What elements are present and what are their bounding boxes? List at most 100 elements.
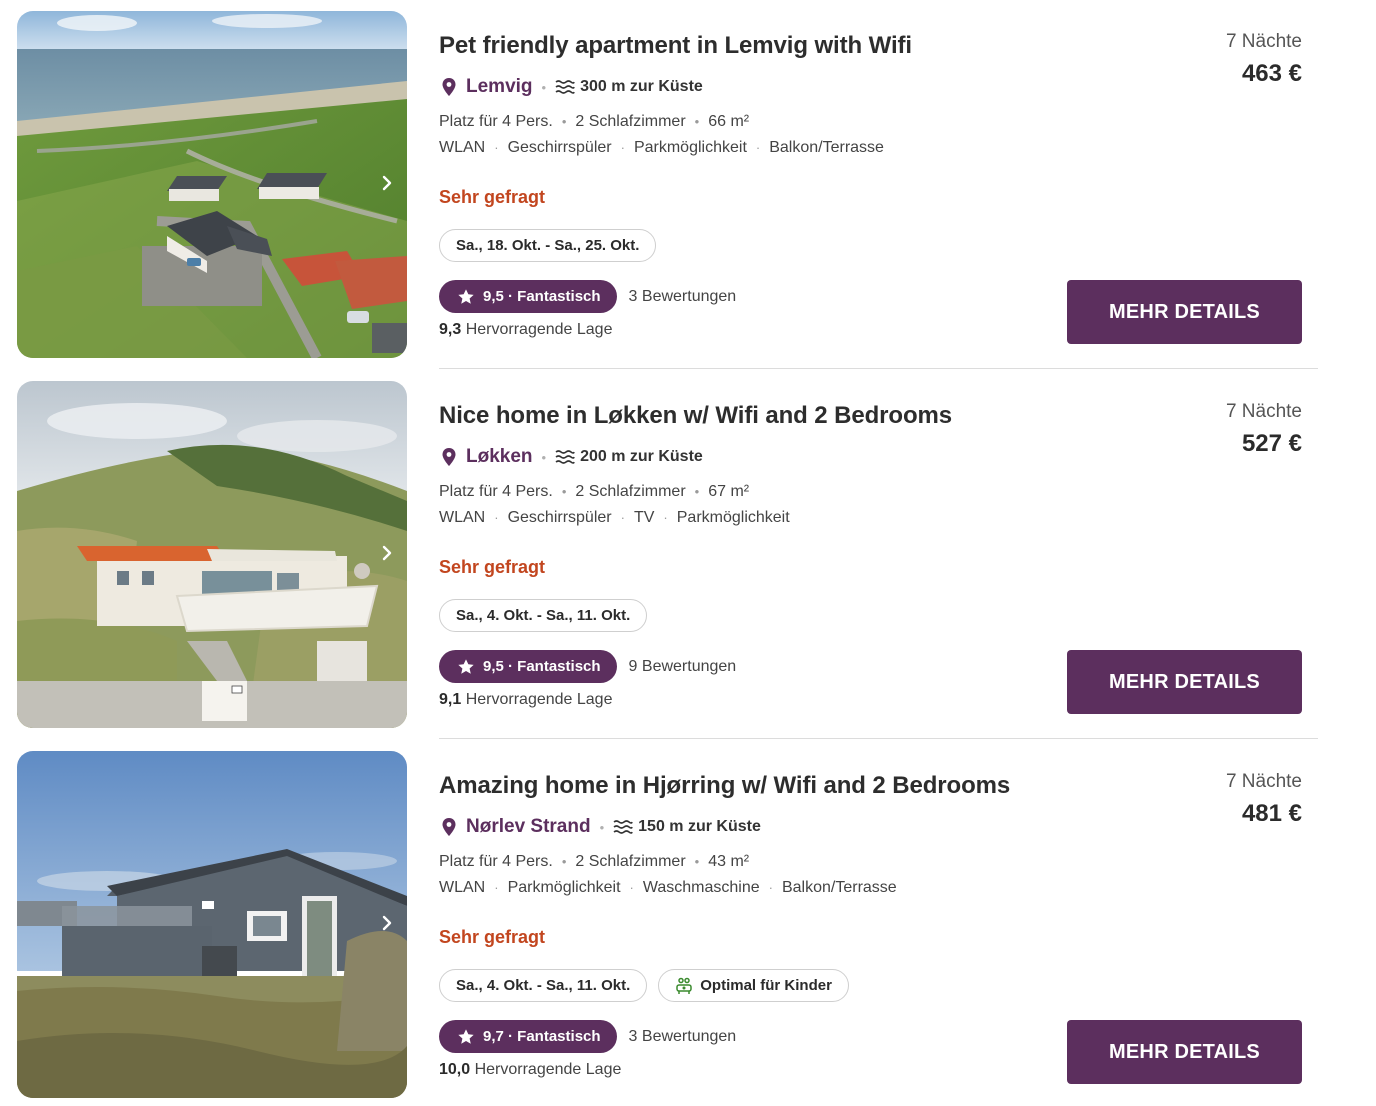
more-details-button[interactable]: MEHR DETAILS (1067, 1020, 1302, 1084)
listing-title[interactable]: Nice home in Løkken w/ Wifi and 2 Bedroo… (439, 402, 952, 430)
separator-dot: • (541, 449, 547, 465)
listing-card: Pet friendly apartment in Lemvig with Wi… (0, 0, 1376, 370)
listing-title[interactable]: Pet friendly apartment in Lemvig with Wi… (439, 32, 912, 60)
fact-bedrooms: 2 Schlafzimmer (575, 483, 686, 500)
location-name[interactable]: Nørlev Strand (466, 816, 591, 838)
more-details-button[interactable]: MEHR DETAILS (1067, 280, 1302, 344)
coastal-aerial-photo (17, 11, 407, 358)
location-score-value: 9,1 (439, 691, 462, 708)
separator-dot: • (541, 79, 547, 95)
waves-icon (555, 80, 575, 94)
reviews-count[interactable]: 3 Bewertungen (629, 288, 737, 306)
rating-badge[interactable]: 9,5 · Fantastisch (439, 280, 617, 313)
fact-bedrooms: 2 Schlafzimmer (575, 113, 686, 130)
rating-text: 9,5 · Fantastisch (483, 288, 601, 305)
amenity: Balkon/Terrasse (781, 879, 897, 896)
nights-label: 7 Nächte (1225, 771, 1302, 792)
wooden-house-photo (17, 751, 407, 1098)
photo-next-chevron-icon[interactable] (375, 911, 399, 935)
price: 481 € (1241, 800, 1302, 827)
divider (439, 368, 1318, 369)
amenity: Parkmöglichkeit (507, 879, 621, 896)
more-details-button[interactable]: MEHR DETAILS (1067, 650, 1302, 714)
reviews-count[interactable]: 3 Bewertungen (629, 1028, 737, 1046)
listing-card: Nice home in Løkken w/ Wifi and 2 Bedroo… (0, 370, 1376, 740)
chips-row: Sa., 4. Okt. - Sa., 11. Okt. Optimal für… (439, 969, 849, 1002)
listing-photo[interactable] (17, 381, 407, 728)
photo-next-chevron-icon[interactable] (375, 171, 399, 195)
property-facts: Platz für 4 Pers. • 2 Schlafzimmer • 66 m² (439, 113, 750, 130)
amenity: WLAN (439, 139, 486, 156)
kids-friendly-badge[interactable]: Optimal für Kinder (658, 969, 849, 1002)
listing-card: Amazing home in Hjørring w/ Wifi and 2 B… (0, 740, 1376, 1106)
fact-bedrooms: 2 Schlafzimmer (575, 853, 686, 870)
location-score-value: 9,3 (439, 321, 462, 338)
rating-row: 9,5 · Fantastisch 3 Bewertungen (439, 280, 736, 313)
fact-guests: Platz für 4 Pers. (439, 113, 553, 130)
fact-guests: Platz für 4 Pers. (439, 853, 553, 870)
amenities-list: WLAN · Geschirrspüler · Parkmöglichkeit · Balk… (439, 139, 884, 156)
listing-photo[interactable] (17, 751, 407, 1098)
coast-distance: 150 m zur Küste (638, 818, 761, 835)
amenity: TV (633, 509, 655, 526)
location-score-label: Hervorragende Lage (465, 321, 613, 338)
reviews-count[interactable]: 9 Bewertungen (629, 658, 737, 676)
rating-badge[interactable]: 9,7 · Fantastisch (439, 1020, 617, 1053)
location-score: 10,0 Hervorragende Lage (439, 1061, 621, 1079)
fact-area: 67 m² (708, 483, 750, 500)
star-icon (458, 658, 474, 674)
listing-title[interactable]: Amazing home in Hjørring w/ Wifi and 2 B… (439, 772, 1010, 800)
price: 527 € (1241, 430, 1302, 457)
date-range-chip[interactable]: Sa., 4. Okt. - Sa., 11. Okt. (439, 599, 648, 632)
photo-next-chevron-icon[interactable] (375, 541, 399, 565)
waves-icon (613, 820, 633, 834)
price: 463 € (1241, 60, 1302, 87)
amenity: WLAN (439, 879, 486, 896)
property-facts: Platz für 4 Pers. • 2 Schlafzimmer • 43 m² (439, 853, 750, 870)
kids-friendly-label: Optimal für Kinder (700, 977, 832, 994)
location-row: Nørlev Strand • 150 m zur Küste (441, 815, 761, 839)
rating-text: 9,7 · Fantastisch (483, 1028, 601, 1045)
location-row: Lemvig • 300 m zur Küste (441, 75, 703, 99)
divider (439, 738, 1318, 739)
nights-label: 7 Nächte (1225, 31, 1302, 52)
amenities-list: WLAN · Parkmöglichkeit · Waschmaschine · Balko… (439, 879, 897, 896)
amenity: Balkon/Terrasse (769, 139, 884, 156)
amenity: Geschirrspüler (507, 509, 612, 526)
waves-icon (555, 450, 575, 464)
coast-distance: 200 m zur Küste (580, 448, 703, 465)
location-name[interactable]: Lemvig (466, 76, 533, 98)
location-score-value: 10,0 (439, 1061, 471, 1078)
location-name[interactable]: Løkken (466, 446, 533, 468)
amenity: WLAN (439, 509, 486, 526)
dune-house-photo (17, 381, 407, 728)
star-icon (458, 1028, 474, 1044)
date-range-chip[interactable]: Sa., 4. Okt. - Sa., 11. Okt. (439, 969, 648, 1002)
location-score-label: Hervorragende Lage (474, 1061, 622, 1078)
coast-distance: 300 m zur Küste (580, 78, 703, 95)
amenities-list: WLAN · Geschirrspüler · TV · Parkmöglichkeit (439, 509, 790, 526)
fact-area: 43 m² (708, 853, 750, 870)
property-facts: Platz für 4 Pers. • 2 Schlafzimmer • 67 m² (439, 483, 750, 500)
rating-row: 9,5 · Fantastisch 9 Bewertungen (439, 650, 736, 683)
rating-badge[interactable]: 9,5 · Fantastisch (439, 650, 617, 683)
map-pin-icon (442, 448, 456, 466)
nights-label: 7 Nächte (1225, 401, 1302, 422)
map-pin-icon (442, 78, 456, 96)
fact-area: 66 m² (708, 113, 750, 130)
demand-label: Sehr gefragt (439, 927, 546, 947)
kids-icon (676, 977, 692, 994)
amenity: Geschirrspüler (507, 139, 612, 156)
date-range-chip[interactable]: Sa., 18. Okt. - Sa., 25. Okt. (439, 229, 657, 262)
location-row: Løkken • 200 m zur Küste (441, 445, 703, 469)
location-score: 9,1 Hervorragende Lage (439, 691, 612, 709)
amenity: Parkmöglichkeit (633, 139, 747, 156)
demand-label: Sehr gefragt (439, 557, 546, 577)
star-icon (458, 288, 474, 304)
chips-row: Sa., 4. Okt. - Sa., 11. Okt. (439, 599, 648, 632)
rating-row: 9,7 · Fantastisch 3 Bewertungen (439, 1020, 736, 1053)
amenity: Waschmaschine (642, 879, 760, 896)
listing-photo[interactable] (17, 11, 407, 358)
chips-row: Sa., 18. Okt. - Sa., 25. Okt. (439, 229, 657, 262)
rating-text: 9,5 · Fantastisch (483, 658, 601, 675)
